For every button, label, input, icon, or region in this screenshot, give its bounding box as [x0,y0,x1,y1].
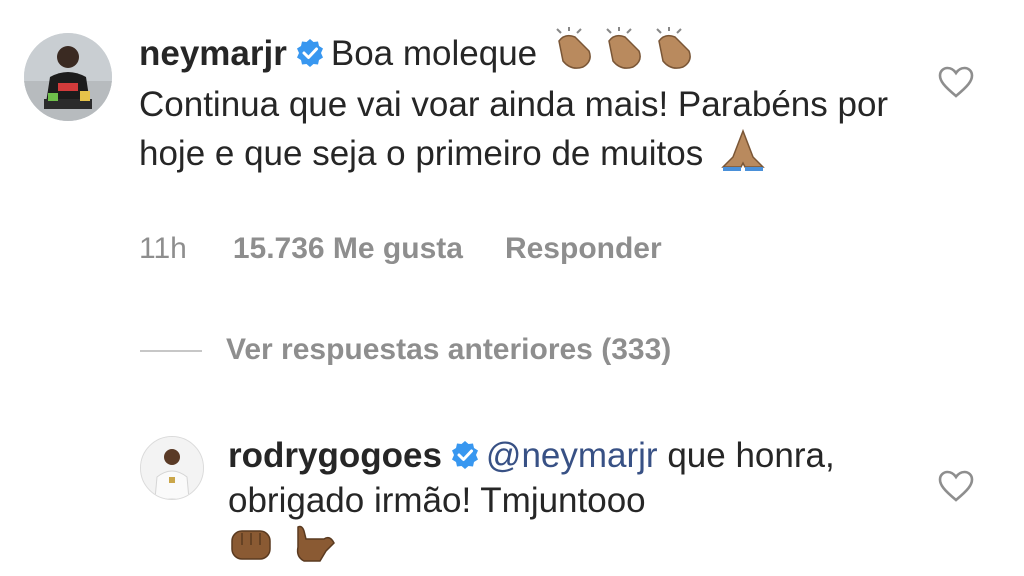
view-previous-replies[interactable]: Ver respuestas anteriores (333) [140,333,671,367]
avatar-neymarjr[interactable] [24,33,112,121]
view-replies-label[interactable]: Ver respuestas anteriores (333) [226,333,671,366]
username[interactable]: neymarjr [139,34,287,73]
divider-line [140,350,202,353]
verified-badge-icon [296,39,323,67]
verified-badge-icon [451,441,478,469]
likes-count[interactable]: 15.736 Me gusta [233,232,463,265]
avatar-rodrygogoes[interactable] [140,436,204,500]
folded-hands-icon [719,127,767,182]
comment-first-line: Boa moleque [330,34,538,73]
reply-button[interactable]: Responder [505,232,662,265]
comment-meta: 11h 15.736 Me gusta Responder [139,232,704,266]
comment-body: Continua que vai voar ainda mais! Parabé… [139,85,889,173]
mention-link[interactable]: @neymarjr [486,436,658,475]
clapping-hands-icon [553,27,703,82]
call-me-hand-icon [290,523,336,576]
heart-icon[interactable] [938,66,974,98]
comment-text: neymarjr Boa moleque Continua que vai voa… [139,27,889,182]
heart-icon[interactable] [938,470,974,502]
comment-time: 11h [139,232,187,265]
username[interactable]: rodrygogoes [228,436,442,475]
comment-text: rodrygogoes @neymarjr que honra, obrigado… [228,433,878,576]
oncoming-fist-icon [228,523,274,576]
